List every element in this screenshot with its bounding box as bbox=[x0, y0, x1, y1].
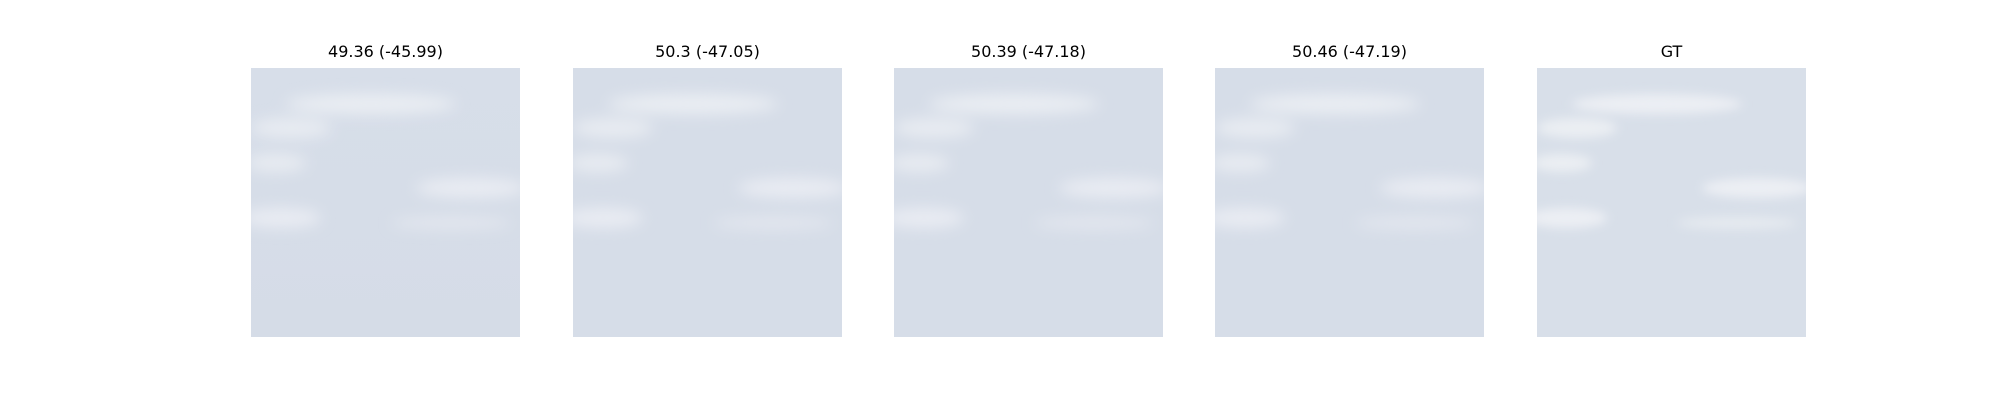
sky-image-4 bbox=[1215, 68, 1484, 337]
sky-image-gt bbox=[1537, 68, 1806, 337]
panel-5-title: GT bbox=[1660, 42, 1683, 61]
comparison-figure: 49.36 (-45.99) 50.3 (-47.05) 50.39 (-47.… bbox=[0, 0, 2000, 400]
panel-2-title: 50.3 (-47.05) bbox=[655, 42, 760, 61]
sky-image-3 bbox=[894, 68, 1163, 337]
panel-3-title: 50.39 (-47.18) bbox=[971, 42, 1086, 61]
panel-4-image bbox=[1215, 68, 1484, 337]
sky-image-2 bbox=[573, 68, 842, 337]
panel-1-image bbox=[251, 68, 520, 337]
panel-5-image bbox=[1537, 68, 1806, 337]
sky-image-1 bbox=[251, 68, 520, 337]
panel-3-image bbox=[894, 68, 1163, 337]
panel-1-title: 49.36 (-45.99) bbox=[328, 42, 443, 61]
panel-4-title: 50.46 (-47.19) bbox=[1292, 42, 1407, 61]
panel-2-image bbox=[573, 68, 842, 337]
